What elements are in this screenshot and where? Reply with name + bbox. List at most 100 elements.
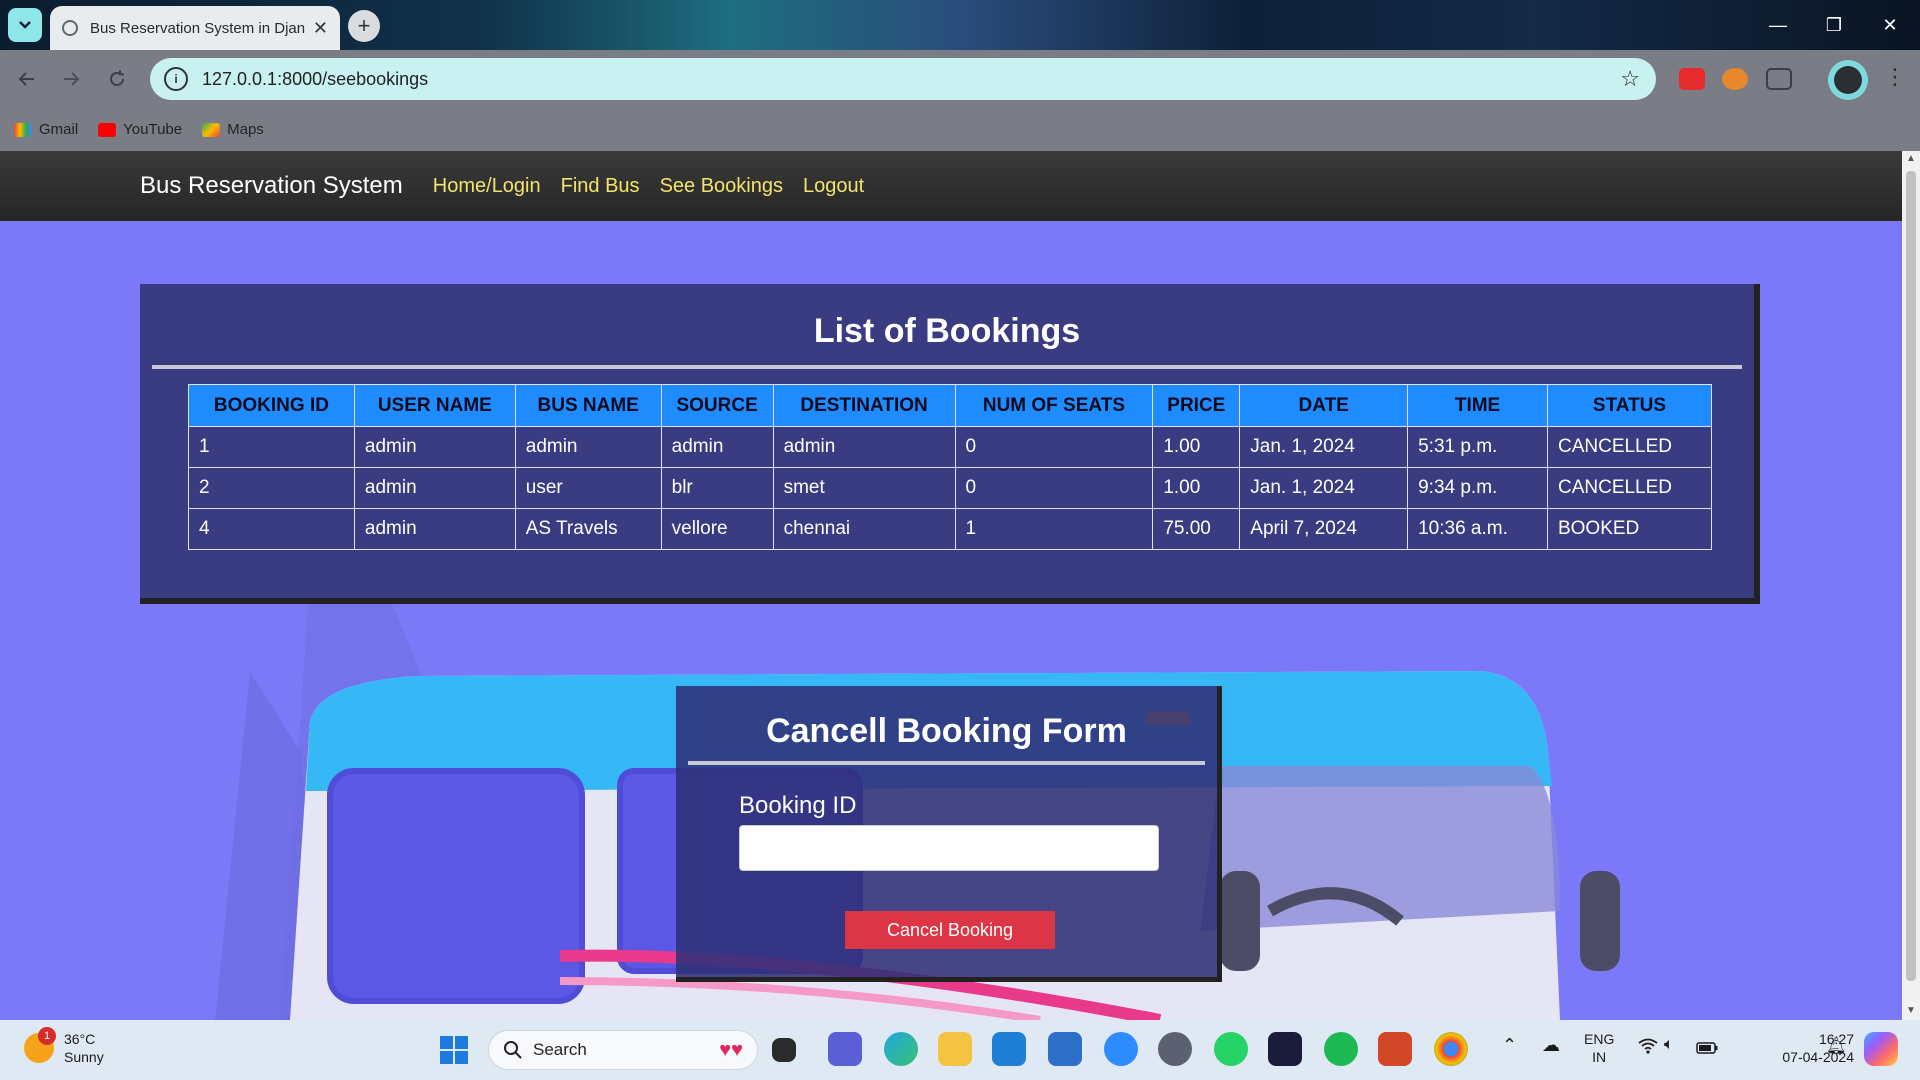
battery-icon[interactable] [1696, 1040, 1718, 1058]
cancel-booking-button[interactable]: Cancel Booking [845, 911, 1055, 949]
vscode-icon[interactable] [992, 1032, 1026, 1066]
task-view-icon[interactable] [772, 1038, 796, 1062]
cell-source: vellore [660, 508, 774, 550]
cell-time: 9:34 p.m. [1407, 467, 1548, 509]
site-info-icon[interactable]: i [164, 67, 188, 91]
table-header-row: BOOKING ID USER NAME BUS NAME SOURCE DES… [188, 384, 1713, 427]
onedrive-cloud-icon[interactable]: ☁ [1542, 1036, 1560, 1054]
forward-button[interactable] [54, 62, 88, 96]
avatar [1834, 66, 1862, 94]
scroll-down-icon[interactable]: ▼ [1906, 1005, 1916, 1016]
cell-price: 1.00 [1152, 426, 1241, 468]
back-button[interactable] [10, 62, 44, 96]
profile-avatar[interactable] [1828, 60, 1868, 100]
show-hidden-icons-chevron-icon[interactable]: ⌃ [1502, 1036, 1517, 1054]
cell-num-seats: 1 [954, 508, 1154, 550]
new-tab-button[interactable]: + [348, 10, 380, 42]
site-brand[interactable]: Bus Reservation System [140, 172, 403, 200]
notification-badge: 1 [38, 1027, 56, 1045]
globe-icon [62, 20, 78, 36]
bookmark-star-icon[interactable]: ☆ [1620, 66, 1640, 92]
cancel-booking-form: Cancell Booking Form Booking ID Cancel B… [676, 686, 1222, 982]
search-label: Search [533, 1040, 587, 1059]
cell-user-name: admin [353, 508, 516, 550]
column-header: NUM OF SEATS [954, 384, 1154, 427]
metamask-extension-icon[interactable] [1722, 68, 1748, 90]
copilot-icon[interactable] [1864, 1032, 1898, 1066]
cell-date: Jan. 1, 2024 [1239, 426, 1409, 468]
cell-price: 1.00 [1152, 467, 1241, 509]
nav-link-home-login[interactable]: Home/Login [433, 175, 541, 198]
bookings-title: List of Bookings [813, 312, 1081, 350]
reload-icon [110, 70, 124, 86]
youtube-extension-icon[interactable] [1679, 68, 1705, 90]
bookmark-maps[interactable]: Maps [202, 121, 264, 138]
extensions-puzzle-icon[interactable] [1766, 68, 1792, 90]
nav-link-see-bookings[interactable]: See Bookings [660, 175, 783, 198]
zoom-icon[interactable] [1104, 1032, 1138, 1066]
powerpoint-icon[interactable] [1378, 1032, 1412, 1066]
tab-title: Bus Reservation System in Djan [90, 19, 305, 37]
edge-icon[interactable] [884, 1032, 918, 1066]
store-icon[interactable] [1048, 1032, 1082, 1066]
tab-search-button[interactable] [8, 8, 42, 42]
bookmarks-bar: Gmail YouTube Maps [0, 108, 1920, 151]
reload-button[interactable] [100, 62, 134, 96]
search-highlight-icon: ♥♥ [719, 1039, 743, 1061]
windows-start-button[interactable] [440, 1036, 468, 1064]
bookmark-youtube[interactable]: YouTube [98, 121, 182, 138]
notification-bell-icon[interactable]: 🔔︎ [1826, 1038, 1846, 1056]
sun-icon: 1 [24, 1027, 56, 1063]
column-header: BUS NAME [514, 384, 662, 427]
settings-gear-icon[interactable] [1158, 1032, 1192, 1066]
cell-destination: admin [772, 426, 956, 468]
minimize-button[interactable]: — [1750, 0, 1806, 50]
page-scrollbar[interactable]: ▲ ▼ [1902, 151, 1920, 1020]
column-header: TIME [1407, 384, 1548, 427]
spotify-icon[interactable] [1324, 1032, 1358, 1066]
booking-id-input[interactable] [739, 825, 1159, 871]
cell-destination: smet [772, 467, 956, 509]
browser-tab-bar: Bus Reservation System in Djan ✕ + — ❐ ✕ [0, 0, 1920, 50]
column-header: PRICE [1152, 384, 1241, 427]
cell-source: admin [660, 426, 774, 468]
nav-link-find-bus[interactable]: Find Bus [561, 175, 640, 198]
weather-widget[interactable]: 1 36°C Sunny [24, 1027, 104, 1066]
bookmark-gmail[interactable]: Gmail [14, 121, 78, 138]
taskbar-search[interactable]: Search ♥♥ [488, 1030, 758, 1070]
language-code: ENG [1584, 1031, 1615, 1047]
scrollbar-thumb[interactable] [1906, 171, 1916, 981]
column-header: USER NAME [353, 384, 516, 427]
restore-button[interactable]: ❐ [1806, 0, 1862, 50]
close-window-button[interactable]: ✕ [1862, 0, 1918, 50]
browser-menu-icon[interactable]: ⋮ [1884, 64, 1906, 90]
search-icon [504, 1041, 522, 1059]
table-row: 4 admin AS Travels vellore chennai 1 75.… [188, 508, 1713, 550]
language-indicator[interactable]: ENG IN [1584, 1030, 1614, 1066]
column-header: SOURCE [660, 384, 774, 427]
cell-user-name: admin [353, 426, 516, 468]
cell-price: 75.00 [1152, 508, 1241, 550]
nav-link-logout[interactable]: Logout [803, 175, 864, 198]
address-bar[interactable]: i 127.0.0.1:8000/seebookings ☆ [150, 58, 1656, 100]
file-explorer-icon[interactable] [938, 1032, 972, 1066]
bookings-table: BOOKING ID USER NAME BUS NAME SOURCE DES… [188, 384, 1713, 550]
cell-num-seats: 0 [954, 467, 1154, 509]
weather-description: Sunny [64, 1049, 104, 1065]
volume-icon[interactable]: 🔈︎ [1664, 1036, 1674, 1054]
scroll-up-icon[interactable]: ▲ [1906, 153, 1916, 164]
cell-bus-name: user [514, 467, 662, 509]
teams-chat-icon[interactable] [828, 1032, 862, 1066]
wifi-icon[interactable] [1638, 1038, 1658, 1058]
webex-icon[interactable] [1268, 1032, 1302, 1066]
chevron-down-icon [19, 21, 31, 29]
cell-date: April 7, 2024 [1239, 508, 1409, 550]
cell-time: 5:31 p.m. [1407, 426, 1548, 468]
bookmark-label: YouTube [123, 121, 183, 138]
whatsapp-icon[interactable] [1214, 1032, 1248, 1066]
browser-tab[interactable]: Bus Reservation System in Djan ✕ [50, 6, 340, 50]
column-header: STATUS [1546, 384, 1713, 427]
tab-close-button[interactable]: ✕ [313, 18, 328, 39]
title-divider [152, 365, 1742, 369]
chrome-icon[interactable] [1434, 1032, 1468, 1066]
